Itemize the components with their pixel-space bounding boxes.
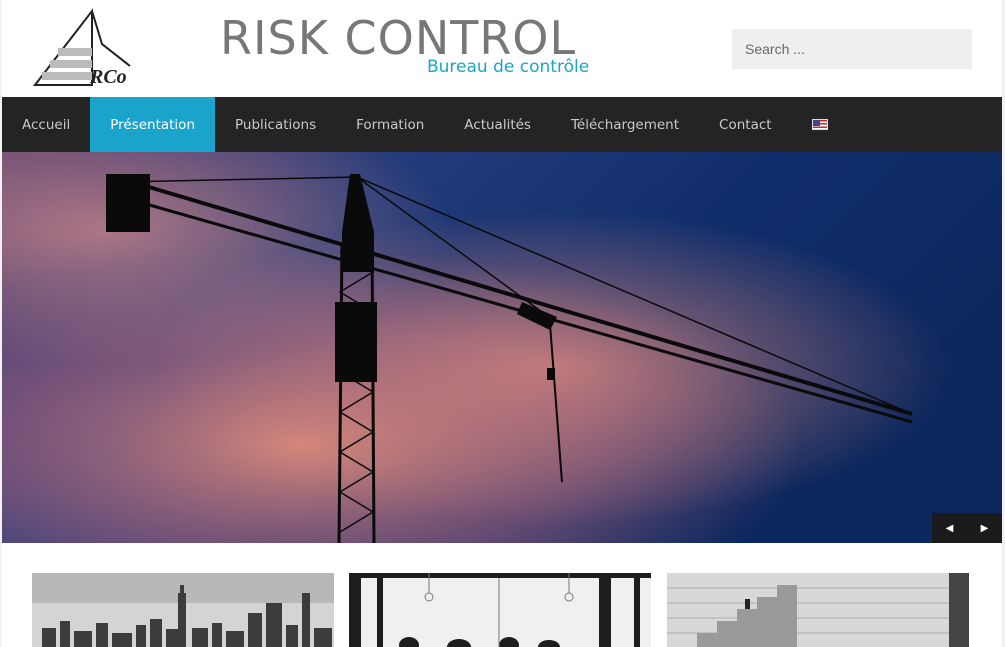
next-arrow-icon[interactable]: ▶ — [967, 513, 1002, 543]
prev-arrow-icon[interactable]: ◀ — [932, 513, 967, 543]
featured-thumbnails — [2, 543, 1002, 647]
stairs-image — [667, 573, 969, 647]
nav-item-actualites[interactable]: Actualités — [444, 97, 551, 152]
nav-item-telechargement[interactable]: Téléchargement — [551, 97, 699, 152]
meeting-image — [349, 573, 651, 647]
city-image — [32, 573, 334, 647]
search-input[interactable] — [732, 29, 972, 69]
nav-item-accueil[interactable]: Accueil — [2, 97, 90, 152]
logo-text: RCo — [89, 66, 127, 88]
nav-item-publications[interactable]: Publications — [215, 97, 336, 152]
page: RCo RISK CONTROL Bureau de contrôle Accu… — [2, 0, 1002, 647]
logo[interactable]: RCo — [30, 8, 140, 90]
nav-item-language[interactable] — [792, 97, 848, 152]
us-flag-icon — [811, 119, 828, 130]
thumbnail-stairs[interactable] — [667, 573, 969, 647]
nav-item-formation[interactable]: Formation — [336, 97, 444, 152]
nav-item-contact[interactable]: Contact — [699, 97, 792, 152]
crane-image — [2, 152, 1002, 543]
site-header: RCo RISK CONTROL Bureau de contrôle — [2, 0, 1002, 97]
thumbnail-city[interactable] — [32, 573, 334, 647]
slider-controls: ◀ ▶ — [932, 513, 1002, 543]
logo-icon: RCo — [32, 8, 131, 88]
site-subtitle: Bureau de contrôle — [427, 57, 590, 77]
thumbnail-meeting[interactable] — [349, 573, 651, 647]
nav-item-presentation[interactable]: Présentation — [90, 97, 216, 152]
hero-slider[interactable]: ◀ ▶ — [2, 152, 1002, 543]
main-nav: Accueil Présentation Publications Format… — [2, 97, 1002, 152]
